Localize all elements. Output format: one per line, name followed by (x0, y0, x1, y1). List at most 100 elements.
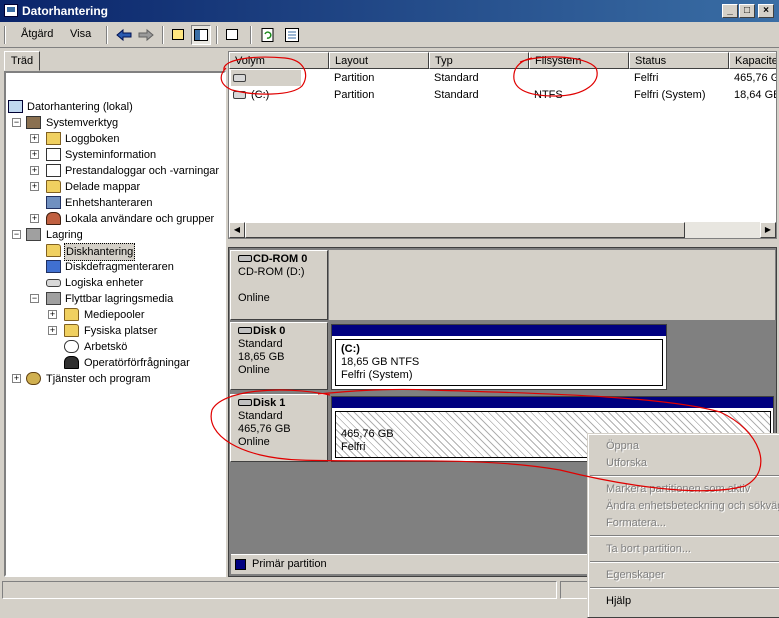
export-list-icon[interactable] (282, 25, 302, 45)
cell-layout: Partition (334, 72, 375, 84)
media-pools-icon (64, 308, 79, 321)
toolbar-separator (162, 26, 164, 44)
back-arrow-icon[interactable] (114, 25, 134, 45)
view-splitter[interactable] (228, 239, 777, 247)
disk-icon (238, 399, 252, 406)
menu-item-delete-partition: Ta bort partition... (606, 543, 691, 555)
menu-item-help[interactable]: Hjälp (606, 595, 631, 607)
up-folder-icon[interactable] (168, 25, 188, 45)
disk1-label[interactable]: Disk 1 Standard 465,76 GB Online (230, 394, 328, 462)
event-log-icon (46, 132, 61, 145)
expand-icon[interactable]: + (30, 166, 39, 175)
legend-swatch-primary (235, 559, 246, 570)
table-row[interactable]: (C:) Partition Standard NTFS Felfri (Sys… (229, 87, 776, 104)
minimize-button[interactable]: _ (722, 4, 738, 18)
menu-item-mark-active: Markera partitionen som aktiv (606, 483, 751, 495)
cdrom-name: CD-ROM 0 (253, 253, 308, 265)
disk1-type: Standard (238, 410, 283, 422)
maximize-button[interactable]: □ (739, 4, 755, 18)
cell-status: Felfri (634, 72, 659, 84)
cdrom-device: CD-ROM (D:) (238, 266, 305, 278)
disk0-partition[interactable]: (C:) 18,65 GB NTFS Felfri (System) (331, 324, 667, 390)
menu-item-change-drive-letter: Ändra enhetsbeteckning och sökväg... (606, 500, 779, 512)
expand-icon[interactable]: + (30, 150, 39, 159)
menu-separator (590, 475, 779, 477)
disk-management-icon (46, 244, 61, 257)
operator-requests-icon (64, 356, 79, 369)
cell-status: Felfri (System) (634, 89, 706, 101)
properties-icon[interactable] (222, 25, 242, 45)
column-header-volume[interactable]: Volym (229, 52, 329, 69)
expand-icon[interactable]: + (30, 182, 39, 191)
menu-separator (590, 587, 779, 589)
info-icon (46, 148, 61, 161)
system-tools-icon (26, 116, 41, 129)
users-icon (46, 212, 61, 225)
disk0-type: Standard (238, 338, 283, 350)
cell-capacity: 465,76 GB (734, 72, 776, 84)
context-menu: Öppna Utforska Markera partitionen som a… (587, 433, 779, 618)
scroll-left-icon[interactable]: ◀ (229, 222, 245, 238)
services-icon (26, 372, 41, 385)
table-row[interactable]: Partition Standard Felfri 465,76 GB (229, 70, 776, 87)
column-header-status[interactable]: Status (629, 52, 729, 69)
toolbar-separator (106, 26, 108, 44)
primary-partition-bar (332, 325, 666, 336)
cdrom-status: Online (238, 292, 270, 304)
disk0-label[interactable]: Disk 0 Standard 18,65 GB Online (230, 322, 328, 390)
cdrom-media-area (329, 250, 775, 320)
collapse-icon[interactable]: − (12, 118, 21, 127)
close-button[interactable]: × (758, 4, 774, 18)
legend-primary-partition: Primär partition (252, 558, 327, 570)
partition-disk1-size: 465,76 GB (341, 428, 394, 440)
primary-partition-bar (332, 397, 773, 408)
expand-icon[interactable]: + (12, 374, 21, 383)
partition-disk1-state: Felfri (341, 441, 366, 453)
disk1-name: Disk 1 (253, 397, 286, 409)
partition-c-state: Felfri (System) (341, 369, 413, 381)
menu-action[interactable]: Åtgärd (21, 28, 53, 40)
toolbar-separator (216, 26, 218, 44)
cdrom-icon (238, 255, 252, 262)
menu-toolbar: Åtgärd Visa (0, 22, 779, 48)
collapse-icon[interactable]: − (12, 230, 21, 239)
drive-icon (46, 279, 61, 287)
show-tree-icon[interactable] (191, 25, 211, 45)
storage-icon (26, 228, 41, 241)
disk-icon (238, 327, 252, 334)
cell-type: Standard (434, 72, 479, 84)
computer-icon (8, 100, 23, 113)
column-header-type[interactable]: Typ (429, 52, 529, 69)
cdrom-label[interactable]: CD-ROM 0 CD-ROM (D:) Online (230, 250, 328, 320)
cell-layout: Partition (334, 89, 375, 101)
volume-icon (233, 91, 246, 99)
column-header-capacity[interactable]: Kapacitet (729, 52, 776, 69)
scroll-thumb[interactable] (245, 222, 685, 238)
performance-icon (46, 164, 61, 177)
title-bar: Datorhantering _ □ × (0, 0, 779, 22)
expand-icon[interactable]: + (30, 214, 39, 223)
tab-tree[interactable]: Träd (4, 51, 40, 71)
expand-icon[interactable]: + (48, 326, 57, 335)
expand-icon[interactable]: + (48, 310, 57, 319)
toolbar-separator (250, 26, 252, 44)
forward-arrow-icon[interactable] (136, 25, 156, 45)
scroll-right-icon[interactable]: ▶ (760, 222, 776, 238)
column-header-filesystem[interactable]: Filsystem (529, 52, 629, 69)
menu-item-format: Formatera... (606, 517, 666, 529)
collapse-icon[interactable]: − (30, 294, 39, 303)
defrag-icon (46, 260, 61, 273)
menu-separator (590, 561, 779, 563)
column-header-layout[interactable]: Layout (329, 52, 429, 69)
disk0-size: 18,65 GB (238, 351, 285, 363)
menu-separator (590, 535, 779, 537)
computer-management-icon (4, 4, 18, 17)
cell-volume: (C:) (251, 89, 270, 101)
menu-view[interactable]: Visa (70, 28, 91, 40)
horizontal-scrollbar[interactable]: ◀ ▶ (229, 222, 776, 238)
expand-icon[interactable]: + (30, 134, 39, 143)
refresh-icon[interactable] (258, 25, 278, 45)
cell-type: Standard (434, 89, 479, 101)
volume-list: Volym Layout Typ Filsystem Status Kapaci… (228, 51, 777, 239)
disk0-name: Disk 0 (253, 325, 286, 337)
